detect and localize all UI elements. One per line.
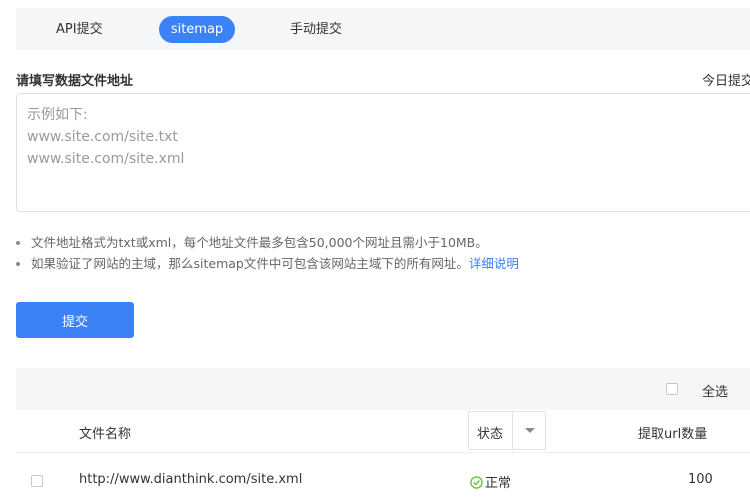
submit-method-tabs: API提交 sitemap 手动提交 <box>16 8 750 50</box>
note-text: 如果验证了网站的主域，那么sitemap文件中可包含该网站主域下的所有网址。 <box>31 256 469 271</box>
tab-manual[interactable]: 手动提交 <box>290 16 342 43</box>
file-url: http://www.dianthink.com/site.xml <box>79 472 303 487</box>
tab-sitemap[interactable]: sitemap <box>159 16 235 43</box>
row-checkbox[interactable] <box>31 475 43 487</box>
url-count: 100 <box>688 472 713 487</box>
check-circle-icon <box>470 476 483 489</box>
column-header-url-count: 提取url数量 <box>638 427 708 442</box>
table-toolbar: 全选 <box>16 368 750 410</box>
note-text: 文件地址格式为txt或xml，每个地址文件最多包含50,000个网址且需小于10… <box>31 235 488 250</box>
notes-list: 文件地址格式为txt或xml，每个地址文件最多包含50,000个网址且需小于10… <box>16 232 519 274</box>
divider <box>512 412 513 449</box>
column-header-filename: 文件名称 <box>79 427 132 442</box>
details-link[interactable]: 详细说明 <box>469 256 519 271</box>
form-title: 请填写数据文件地址 <box>16 74 134 89</box>
column-header-status: 状态 <box>477 427 504 442</box>
today-submit-label: 今日提交 <box>702 74 750 89</box>
submit-button[interactable]: 提交 <box>16 302 134 338</box>
select-all-checkbox[interactable] <box>666 383 678 395</box>
tab-api[interactable]: API提交 <box>56 16 103 43</box>
status-filter-dropdown[interactable]: 状态 <box>468 411 546 450</box>
table-header-row: 文件名称 状态 提取url数量 <box>16 410 750 453</box>
status-text: 正常 <box>485 476 512 491</box>
note-item: 文件地址格式为txt或xml，每个地址文件最多包含50,000个网址且需小于10… <box>16 232 519 253</box>
bullet-icon <box>16 262 20 266</box>
note-item: 如果验证了网站的主域，那么sitemap文件中可包含该网站主域下的所有网址。详细… <box>16 253 519 274</box>
bullet-icon <box>16 241 20 245</box>
caret-down-icon[interactable] <box>525 428 535 433</box>
sitemap-url-textarea[interactable] <box>16 93 750 212</box>
table-row: http://www.dianthink.com/site.xml 正常 100 <box>16 458 750 500</box>
select-all-label[interactable]: 全选 <box>702 381 728 400</box>
status-cell: 正常 <box>470 472 511 491</box>
